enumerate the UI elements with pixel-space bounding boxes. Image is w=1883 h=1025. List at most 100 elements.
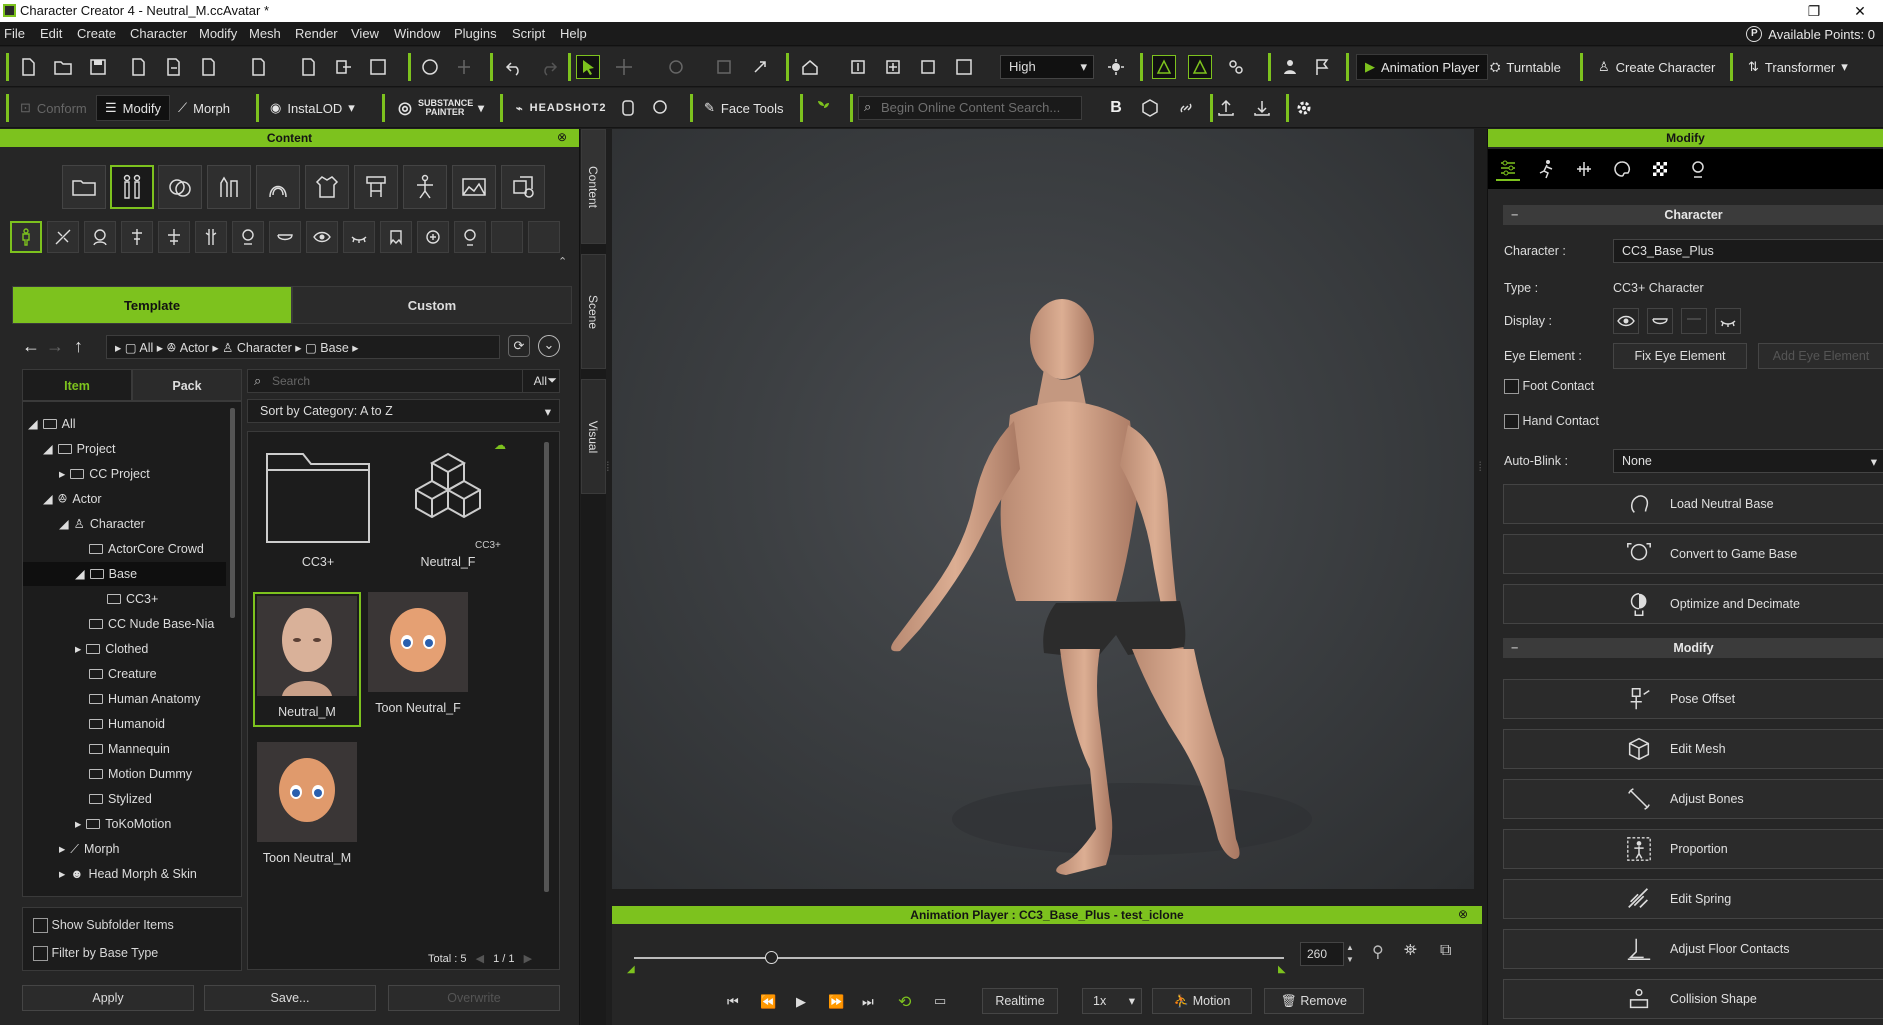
- tab-custom[interactable]: Custom: [292, 286, 572, 324]
- load-neutral-base-button[interactable]: Load Neutral Base: [1503, 484, 1883, 524]
- category-props-icon[interactable]: [501, 165, 545, 209]
- forward-arrow-icon[interactable]: →: [46, 336, 64, 357]
- tree-item-motion-dummy[interactable]: Motion Dummy: [89, 762, 192, 786]
- menu-create[interactable]: Create: [77, 26, 116, 41]
- display-teeth-icon[interactable]: [1681, 308, 1707, 334]
- sub-head-profile-icon[interactable]: [454, 221, 486, 253]
- redo-icon[interactable]: [537, 55, 561, 79]
- tree-item-base[interactable]: ◢ Base: [23, 562, 226, 586]
- grid-item-neutral-m[interactable]: Neutral_M: [253, 592, 361, 727]
- people-icon[interactable]: [1278, 55, 1302, 79]
- face-tools-button[interactable]: ✎ Face Tools: [696, 95, 792, 121]
- morph-button[interactable]: ⟋ Morph: [170, 95, 238, 121]
- online-search-input[interactable]: Begin Online Content Search... ⌕: [858, 96, 1082, 120]
- skip-start-icon[interactable]: ⏮: [727, 994, 739, 1010]
- menu-render[interactable]: Render: [295, 26, 338, 41]
- overwrite-button[interactable]: Overwrite: [388, 985, 560, 1011]
- menu-view[interactable]: View: [351, 26, 379, 41]
- chevron-circle-icon[interactable]: ⌄: [538, 335, 560, 357]
- zoom-icon[interactable]: [916, 55, 940, 79]
- menu-window[interactable]: Window: [394, 26, 440, 41]
- tab-palette-icon[interactable]: [1610, 157, 1634, 181]
- headshot-button[interactable]: ⌁ HEADSHOT2: [508, 95, 614, 121]
- grid-item-neutral-f[interactable]: CC3+ Neutral_F: [383, 442, 513, 569]
- tab-motion-icon[interactable]: [1534, 157, 1558, 181]
- realtime-button[interactable]: Realtime: [982, 988, 1058, 1014]
- settings-gear-icon[interactable]: [1292, 96, 1316, 120]
- show-subfolder-checkbox[interactable]: Show Subfolder Items: [33, 918, 174, 934]
- prev-page-icon[interactable]: ◀: [476, 953, 484, 965]
- viewport-grip-icon[interactable]: ⁞: [606, 459, 610, 474]
- category-materials-icon[interactable]: [158, 165, 202, 209]
- breadcrumb-character[interactable]: Character: [237, 341, 292, 355]
- sub-eyelash-icon[interactable]: [343, 221, 375, 253]
- tab-item[interactable]: Item: [22, 369, 132, 401]
- sub-face-icon[interactable]: [232, 221, 264, 253]
- select-arrow-icon[interactable]: [576, 55, 600, 79]
- plant-icon[interactable]: [812, 96, 836, 120]
- turntable-button[interactable]: ⛭ Turntable: [1482, 54, 1569, 80]
- scale-icon[interactable]: [712, 55, 736, 79]
- tree-scrollbar[interactable]: [230, 408, 235, 618]
- menu-script[interactable]: Script: [512, 26, 545, 41]
- vtab-visual[interactable]: Visual: [581, 379, 606, 494]
- tree-item-character[interactable]: ◢ ♙ Character: [59, 512, 145, 536]
- sub-empty-slot[interactable]: [491, 221, 523, 253]
- vtab-content[interactable]: Content: [581, 129, 606, 244]
- adjust-floor-contacts-button[interactable]: Adjust Floor Contacts: [1503, 929, 1883, 969]
- group-icon[interactable]: [1224, 55, 1248, 79]
- menu-plugins[interactable]: Plugins: [454, 26, 497, 41]
- foot-contact-checkbox[interactable]: Foot Contact: [1504, 379, 1594, 395]
- frame-spinner[interactable]: ▲ ▼: [1346, 942, 1354, 966]
- menu-mesh[interactable]: Mesh: [249, 26, 281, 41]
- export-icon[interactable]: [161, 55, 185, 79]
- category-clothes-icon[interactable]: [305, 165, 349, 209]
- proportion-button[interactable]: Proportion: [1503, 829, 1883, 869]
- adjust-bones-button[interactable]: Adjust Bones: [1503, 779, 1883, 819]
- tree-item-mannequin[interactable]: Mannequin: [89, 737, 170, 761]
- mesh-select-icon[interactable]: [1152, 55, 1176, 79]
- pose-offset-button[interactable]: Pose Offset: [1503, 679, 1883, 719]
- obj-icon[interactable]: [196, 55, 220, 79]
- convert-to-game-base-button[interactable]: Convert to Game Base: [1503, 534, 1883, 574]
- menu-help[interactable]: Help: [560, 26, 587, 41]
- tree-item-cc3plus[interactable]: CC3+: [107, 587, 158, 611]
- category-actor-icon[interactable]: [110, 165, 154, 209]
- edit-spring-button[interactable]: Edit Spring: [1503, 879, 1883, 919]
- frame-icon[interactable]: [881, 55, 905, 79]
- category-makeup-icon[interactable]: [207, 165, 251, 209]
- view-mode-icon[interactable]: [952, 55, 976, 79]
- camera-3d-icon[interactable]: ⛯: [1404, 942, 1417, 960]
- substance-painter-button[interactable]: ◎ SUBSTANCE PAINTER ▾: [390, 95, 492, 121]
- pose-figure-icon[interactable]: ⚲: [1372, 942, 1384, 962]
- filter-base-type-checkbox[interactable]: Filter by Base Type: [33, 946, 158, 962]
- window-toggle-icon[interactable]: ⧉: [1440, 942, 1451, 960]
- sub-mouth-icon[interactable]: [269, 221, 301, 253]
- mesh-edit-icon[interactable]: [1188, 55, 1212, 79]
- skip-end-icon[interactable]: ⏭: [862, 994, 874, 1010]
- available-points[interactable]: P Available Points: 0: [1746, 26, 1875, 42]
- add-eye-element-button[interactable]: Add Eye Element: [1758, 343, 1883, 369]
- close-player-icon[interactable]: ⊗: [1458, 907, 1468, 921]
- frame-input[interactable]: 260: [1300, 942, 1344, 966]
- category-hair-icon[interactable]: [256, 165, 300, 209]
- tree-item-project[interactable]: ◢ Project: [43, 437, 116, 461]
- section-modify-header[interactable]: − Modify: [1503, 638, 1883, 658]
- save-icon[interactable]: [86, 55, 110, 79]
- quality-select[interactable]: High ▾: [1000, 55, 1094, 79]
- conform-button[interactable]: ⊡ Conform: [12, 95, 95, 121]
- breadcrumb-base[interactable]: Base: [320, 341, 349, 355]
- sub-body-icon[interactable]: [10, 221, 42, 253]
- menu-edit[interactable]: Edit: [40, 26, 62, 41]
- pivot-icon[interactable]: [748, 55, 772, 79]
- auto-blink-select[interactable]: None ▾: [1613, 449, 1883, 473]
- end-marker-icon[interactable]: ◣: [1278, 964, 1286, 975]
- sub-legs-icon[interactable]: [195, 221, 227, 253]
- grid-item-toon-neutral-f[interactable]: Toon Neutral_F: [363, 592, 473, 715]
- flag-icon[interactable]: [1310, 55, 1334, 79]
- fast-forward-icon[interactable]: ⏩: [828, 994, 844, 1010]
- rotate-icon[interactable]: [664, 55, 688, 79]
- item-search-input[interactable]: ⌕ Search All ⏷: [247, 369, 560, 393]
- tree-item-tokomotion[interactable]: ▸ ToKoMotion: [75, 812, 171, 836]
- sub-head-icon[interactable]: [84, 221, 116, 253]
